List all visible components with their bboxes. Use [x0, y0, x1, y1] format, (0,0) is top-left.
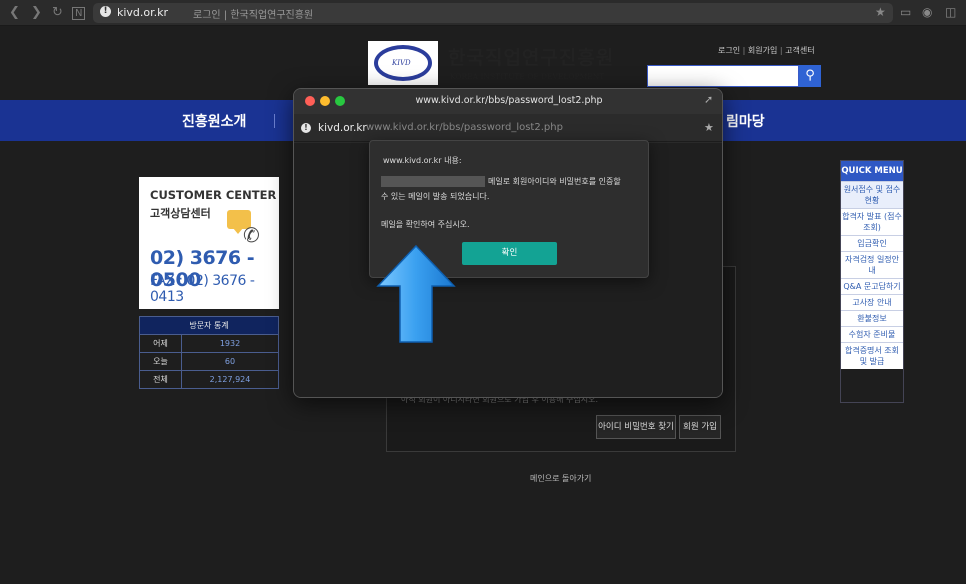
site-info-icon[interactable]: ! — [301, 123, 311, 133]
stat-label: 전체 — [140, 371, 182, 388]
support-link[interactable]: 고객센터 — [785, 46, 814, 55]
dialog-message-line: 메일을 확인하여 주십시오. — [381, 220, 470, 229]
forward-icon[interactable]: ❯ — [31, 5, 42, 20]
dialog-title: www.kivd.or.kr 내용: — [383, 156, 462, 165]
customer-center-card[interactable]: CUSTOMER CENTER 고객상담센터 ✆ 02) 3676 - 0500… — [139, 177, 279, 309]
screenshot-icon[interactable]: ◉ — [922, 5, 932, 19]
quick-menu-item[interactable]: Q&A 문고답하기 — [841, 278, 903, 294]
ok-button[interactable]: 확인 — [462, 242, 557, 265]
popup-titlebar[interactable]: www.kivd.or.kr/bbs/password_lost2.php ➚ — [294, 89, 722, 114]
browser-toolbar: ❮ ❯ ↻ N ! kivd.or.kr 로그인 | 한국직업연구진흥원 ★ ▭… — [0, 0, 966, 26]
quick-menu-item[interactable]: 환불정보 — [841, 310, 903, 326]
customer-center-title-ko: 고객상담센터 — [150, 207, 211, 220]
customer-center-title: CUSTOMER CENTER — [150, 188, 277, 202]
stat-value: 2,127,924 — [209, 375, 251, 384]
nav-item-board[interactable]: 림마당 — [726, 111, 765, 131]
visitor-stats-row: 어제 1932 — [140, 334, 278, 352]
join-link[interactable]: 회원가입 — [748, 46, 777, 55]
search-input[interactable] — [647, 65, 799, 87]
nav-item-about[interactable]: 진흥원소개 — [182, 111, 246, 131]
pin-icon[interactable]: ➚ — [704, 93, 713, 106]
quick-menu-item[interactable]: 합격자 발표 (점수 조회) — [841, 208, 903, 235]
dialog-message-line: 메일로 회원아이디와 비밀번호를 인증할 — [488, 177, 621, 186]
stat-label: 오늘 — [140, 353, 182, 370]
search-button[interactable]: ⚲ — [799, 65, 821, 87]
find-id-password-button[interactable]: 아이디 비밀번호 찾기 — [596, 415, 676, 439]
dialog-message-line: 수 있는 메일이 발송 되었습니다. — [381, 192, 490, 201]
visitor-stats-row: 오늘 60 — [140, 352, 278, 370]
site-name-en: KOREA INSTITUTE OF DEVELOPMENT — [450, 72, 605, 81]
stat-value: 60 — [224, 357, 236, 366]
quick-menu-item[interactable]: 자격검정 일정안내 — [841, 251, 903, 278]
quick-menu-item[interactable]: 수험자 준비물 — [841, 326, 903, 342]
nav-divider — [274, 114, 275, 128]
quick-menu-title: QUICK MENU — [841, 161, 903, 181]
logo-emblem: KIVD — [374, 45, 432, 81]
popup-url: www.kivd.or.kr/bbs/password_lost2.php — [366, 122, 563, 133]
sidebar-icon[interactable]: ◫ — [945, 5, 956, 19]
logo-text: KIVD — [392, 59, 411, 67]
up-arrow-annotation — [376, 244, 456, 343]
quick-menu-item[interactable]: 고사장 안내 — [841, 294, 903, 310]
stat-label: 어제 — [140, 335, 182, 352]
site-info-icon[interactable]: ! — [100, 6, 111, 17]
search-icon: ⚲ — [805, 68, 815, 83]
visitor-stats: 방문자 통계 어제 1932 오늘 60 전체 2,127,924 — [139, 316, 279, 389]
popup-domain: kivd.or.kr — [318, 122, 367, 134]
customer-center-fax: FAX : 02) 3676 - 0413 — [150, 273, 255, 305]
site-name: 한국직업연구진흥원 — [448, 47, 615, 69]
redacted-email — [381, 176, 485, 187]
quick-menu-item[interactable]: 합격증명서 조회 및 발급 — [841, 342, 903, 369]
quick-menu: QUICK MENU 원서접수 및 접수현황 합격자 발표 (점수 조회) 입금… — [840, 160, 904, 403]
address-bar[interactable]: ! kivd.or.kr 로그인 | 한국직업연구진흥원 — [93, 3, 893, 23]
address-page-title: 로그인 | 한국직업연구진흥원 — [193, 10, 314, 21]
join-button[interactable]: 회원 가입 — [679, 415, 721, 439]
phone-icon: ✆ — [243, 223, 260, 247]
popup-address-bar[interactable]: ! kivd.or.kr www.kivd.or.kr/bbs/password… — [294, 114, 722, 142]
reader-icon[interactable]: N — [72, 7, 86, 20]
visitor-stats-row: 전체 2,127,924 — [140, 370, 278, 388]
reload-icon[interactable]: ↻ — [52, 5, 63, 20]
popup-title: www.kivd.or.kr/bbs/password_lost2.php — [415, 95, 603, 106]
top-links: 로그인 | 회원가입 | 고객센터 — [718, 46, 815, 55]
cast-icon[interactable]: ▭ — [900, 5, 911, 19]
login-link[interactable]: 로그인 — [718, 46, 740, 55]
extensions-icon[interactable]: ★ — [875, 5, 886, 19]
visitor-stats-title: 방문자 통계 — [140, 317, 278, 334]
site-logo[interactable]: KIVD — [368, 41, 438, 85]
quick-menu-item[interactable]: 입금확인 — [841, 235, 903, 251]
quick-menu-item[interactable]: 원서접수 및 접수현황 — [841, 181, 903, 208]
extensions-icon[interactable]: ★ — [704, 121, 714, 134]
address-domain: kivd.or.kr — [117, 6, 169, 19]
back-to-main-link[interactable]: 메인으로 돌아가기 — [530, 473, 591, 484]
back-icon[interactable]: ❮ — [9, 5, 20, 20]
stat-value: 1932 — [219, 339, 241, 348]
